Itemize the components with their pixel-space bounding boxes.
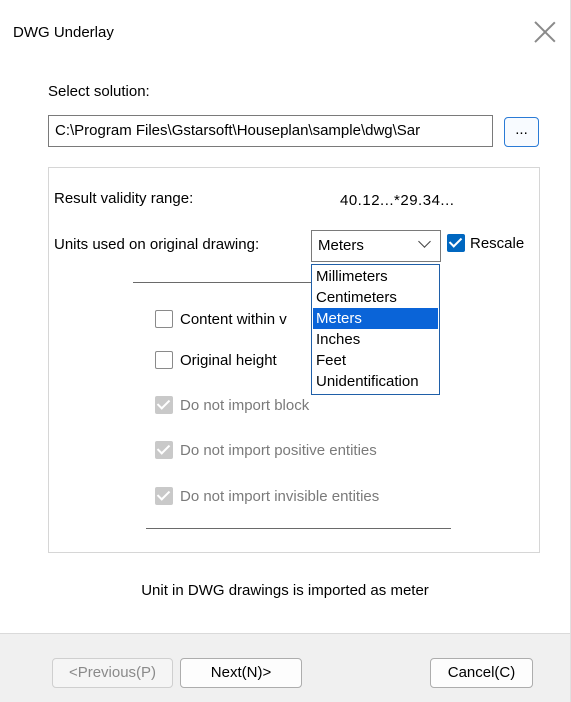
units-option-meters[interactable]: Meters	[313, 308, 438, 329]
title-bar: DWG Underlay	[0, 0, 570, 64]
previous-button[interactable]: <Previous(P)	[52, 658, 173, 688]
cancel-button[interactable]: Cancel(C)	[430, 658, 533, 688]
units-option-centimeters[interactable]: Centimeters	[313, 287, 438, 308]
units-select-value: Meters	[318, 237, 364, 254]
separator-bottom	[146, 528, 451, 529]
info-text: Unit in DWG drawings is imported as mete…	[141, 582, 429, 599]
next-button[interactable]: Next(N)>	[180, 658, 302, 688]
browse-button[interactable]: ...	[504, 117, 539, 147]
chevron-down-icon	[418, 235, 431, 248]
no-import-block-label: Do not import block	[180, 397, 310, 414]
no-import-invisible-checkbox[interactable]	[155, 487, 173, 505]
units-option-millimeters[interactable]: Millimeters	[313, 266, 438, 287]
no-import-invisible-label: Do not import invisible entities	[180, 488, 380, 505]
content-within-checkbox[interactable]	[155, 310, 173, 328]
button-bar: <Previous(P) Next(N)> Cancel(C)	[0, 633, 570, 702]
units-dropdown-list: Millimeters Centimeters Meters Inches Fe…	[311, 264, 440, 395]
no-import-positive-label: Do not import positive entities	[180, 442, 377, 459]
validity-range-label: Result validity range:	[54, 190, 194, 207]
window-title: DWG Underlay	[13, 24, 114, 41]
units-option-inches[interactable]: Inches	[313, 329, 438, 350]
close-icon[interactable]	[533, 20, 557, 44]
dwg-underlay-dialog: DWG Underlay Select solution: C:\Program…	[0, 0, 571, 702]
units-option-unidentification[interactable]: Unidentification	[313, 371, 438, 392]
select-solution-label: Select solution:	[48, 83, 150, 100]
original-height-checkbox[interactable]	[155, 351, 173, 369]
content-within-label: Content within v	[180, 311, 287, 328]
units-select[interactable]: Meters	[311, 230, 441, 262]
separator-top	[133, 282, 313, 283]
validity-range-value: 40.12...*29.34...	[340, 192, 455, 209]
no-import-positive-checkbox[interactable]	[155, 441, 173, 459]
rescale-label: Rescale	[470, 235, 525, 252]
rescale-checkbox[interactable]	[447, 234, 465, 252]
solution-path-input[interactable]: C:\Program Files\Gstarsoft\Houseplan\sam…	[48, 115, 493, 147]
original-height-label: Original height	[180, 352, 277, 369]
no-import-block-checkbox[interactable]	[155, 396, 173, 414]
units-option-feet[interactable]: Feet	[313, 350, 438, 371]
units-label: Units used on original drawing:	[54, 236, 260, 253]
solution-path-value: C:\Program Files\Gstarsoft\Houseplan\sam…	[55, 122, 421, 139]
